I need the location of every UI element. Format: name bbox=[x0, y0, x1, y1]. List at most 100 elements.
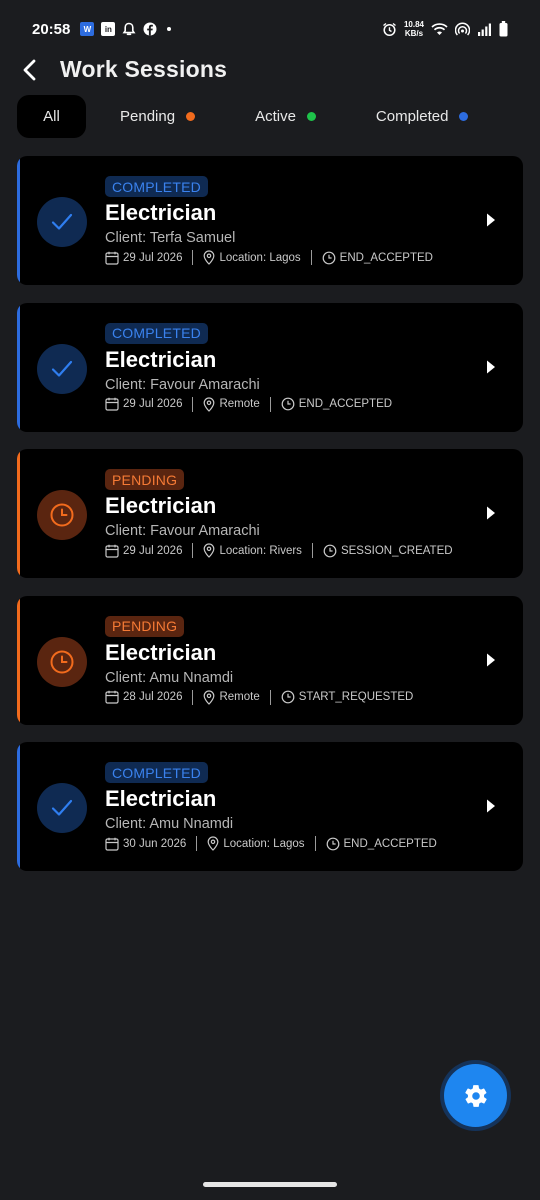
session-title: Electrician bbox=[105, 639, 217, 665]
calendar-icon bbox=[105, 397, 119, 411]
session-date: 28 Jul 2026 bbox=[105, 690, 182, 704]
clock-icon bbox=[322, 251, 336, 264]
back-button[interactable] bbox=[14, 54, 44, 86]
clock-status-icon bbox=[37, 490, 87, 540]
status-bar: 20:58 W in 10.84 KB/s bbox=[0, 0, 540, 58]
network-speed-unit: KB/s bbox=[404, 29, 424, 38]
session-date: 30 Jun 2026 bbox=[105, 837, 186, 851]
session-meta: 29 Jul 2026 Location: Rivers SESSION_CRE… bbox=[105, 543, 453, 558]
location-pin-icon bbox=[204, 250, 215, 265]
stage-text: END_ACCEPTED bbox=[339, 251, 433, 264]
session-meta: 29 Jul 2026 Remote END_ACCEPTED bbox=[105, 396, 392, 412]
divider bbox=[269, 396, 271, 412]
session-date: 29 Jul 2026 bbox=[105, 544, 182, 558]
client-name: Client: Terfa Samuel bbox=[105, 230, 236, 246]
client-name: Client: Favour Amarachi bbox=[105, 523, 260, 539]
tab-label: Pending bbox=[120, 108, 176, 125]
status-left-icons: W in bbox=[80, 22, 172, 37]
divider bbox=[192, 250, 194, 265]
w-app-icon: W bbox=[80, 22, 95, 36]
session-card[interactable]: PENDING Electrician Client: Favour Amara… bbox=[17, 449, 523, 578]
session-list: COMPLETED Electrician Client: Terfa Samu… bbox=[17, 156, 523, 889]
divider bbox=[192, 396, 194, 412]
filter-tabs: All Pending Active Completed bbox=[17, 95, 523, 138]
session-stage: SESSION_CREATED bbox=[323, 544, 453, 558]
session-stage: END_ACCEPTED bbox=[326, 837, 437, 851]
card-accent-bar bbox=[17, 156, 20, 285]
session-meta: 29 Jul 2026 Location: Lagos END_ACCEPTED bbox=[105, 250, 433, 265]
calendar-icon bbox=[105, 837, 119, 851]
session-location: Remote bbox=[203, 689, 260, 705]
session-card[interactable]: COMPLETED Electrician Client: Amu Nnamdi… bbox=[17, 742, 523, 871]
chevron-right-icon bbox=[487, 653, 495, 666]
location-text: Location: Lagos bbox=[219, 251, 301, 264]
date-text: 29 Jul 2026 bbox=[123, 251, 183, 264]
chevron-right-icon bbox=[487, 506, 495, 520]
session-stage: START_REQUESTED bbox=[281, 690, 413, 704]
status-right-icons: 10.84 KB/s bbox=[382, 20, 508, 38]
location-text: Location: Lagos bbox=[223, 837, 305, 850]
calendar-icon bbox=[105, 544, 119, 558]
settings-fab-button[interactable] bbox=[444, 1064, 507, 1127]
checkmark-icon bbox=[37, 343, 87, 394]
divider bbox=[310, 250, 312, 265]
wifi-icon bbox=[431, 22, 448, 36]
session-date: 29 Jul 2026 bbox=[105, 397, 182, 411]
network-speed-value: 10.84 bbox=[403, 20, 424, 29]
session-card[interactable]: COMPLETED Electrician Client: Favour Ama… bbox=[17, 302, 523, 432]
session-title: Electrician bbox=[105, 493, 217, 518]
clock-icon bbox=[281, 397, 295, 411]
session-card[interactable]: PENDING Electrician Client: Amu Nnamdi 2… bbox=[17, 595, 523, 725]
session-date: 29 Jul 2026 bbox=[105, 251, 182, 265]
chevron-right-icon bbox=[487, 360, 495, 373]
checkmark-icon bbox=[37, 783, 87, 833]
network-speed: 10.84 KB/s bbox=[404, 20, 424, 38]
session-meta: 28 Jul 2026 Remote START_REQUESTED bbox=[105, 689, 413, 705]
home-indicator[interactable] bbox=[203, 1182, 337, 1187]
chevron-left-icon bbox=[23, 59, 36, 81]
status-badge: COMPLETED bbox=[105, 176, 208, 197]
date-text: 28 Jul 2026 bbox=[123, 691, 183, 703]
divider bbox=[269, 689, 271, 705]
session-location: Remote bbox=[203, 396, 260, 412]
battery-icon bbox=[499, 21, 508, 37]
divider bbox=[192, 543, 194, 558]
tab-all[interactable]: All bbox=[17, 95, 86, 138]
card-accent-bar bbox=[17, 302, 20, 432]
date-text: 30 Jun 2026 bbox=[123, 837, 187, 850]
checkmark-icon bbox=[37, 197, 87, 247]
card-accent-bar bbox=[17, 595, 20, 725]
clock-icon bbox=[326, 837, 339, 850]
stage-text: SESSION_CREATED bbox=[340, 544, 453, 557]
completed-dot-icon bbox=[459, 112, 469, 121]
location-pin-icon bbox=[204, 689, 215, 705]
calendar-icon bbox=[105, 251, 119, 265]
session-location: Location: Lagos bbox=[203, 250, 301, 265]
session-title: Electrician bbox=[105, 346, 217, 372]
tab-active[interactable]: Active bbox=[255, 95, 316, 138]
clock-icon bbox=[281, 690, 295, 704]
status-badge: COMPLETED bbox=[105, 762, 208, 783]
session-title: Electrician bbox=[105, 786, 217, 811]
chevron-right-icon bbox=[487, 213, 495, 227]
active-dot-icon bbox=[306, 112, 316, 121]
gear-icon bbox=[464, 1084, 487, 1107]
session-stage: END_ACCEPTED bbox=[322, 251, 433, 265]
session-card[interactable]: COMPLETED Electrician Client: Terfa Samu… bbox=[17, 156, 523, 285]
tab-label: All bbox=[43, 108, 60, 125]
session-location: Location: Lagos bbox=[207, 836, 305, 851]
card-accent-bar bbox=[17, 449, 20, 578]
tab-pending[interactable]: Pending bbox=[120, 95, 196, 138]
notification-bell-icon bbox=[122, 22, 136, 37]
location-text: Location: Rivers bbox=[219, 544, 302, 557]
location-pin-icon bbox=[204, 543, 215, 558]
hotspot-icon bbox=[455, 22, 470, 36]
session-stage: END_ACCEPTED bbox=[281, 397, 392, 411]
tab-completed[interactable]: Completed bbox=[376, 95, 469, 138]
location-pin-icon bbox=[207, 836, 219, 851]
pending-dot-icon bbox=[186, 112, 196, 121]
session-title: Electrician bbox=[105, 200, 217, 225]
stage-text: END_ACCEPTED bbox=[298, 398, 393, 410]
page-title: Work Sessions bbox=[60, 56, 228, 82]
session-location: Location: Rivers bbox=[203, 543, 302, 558]
